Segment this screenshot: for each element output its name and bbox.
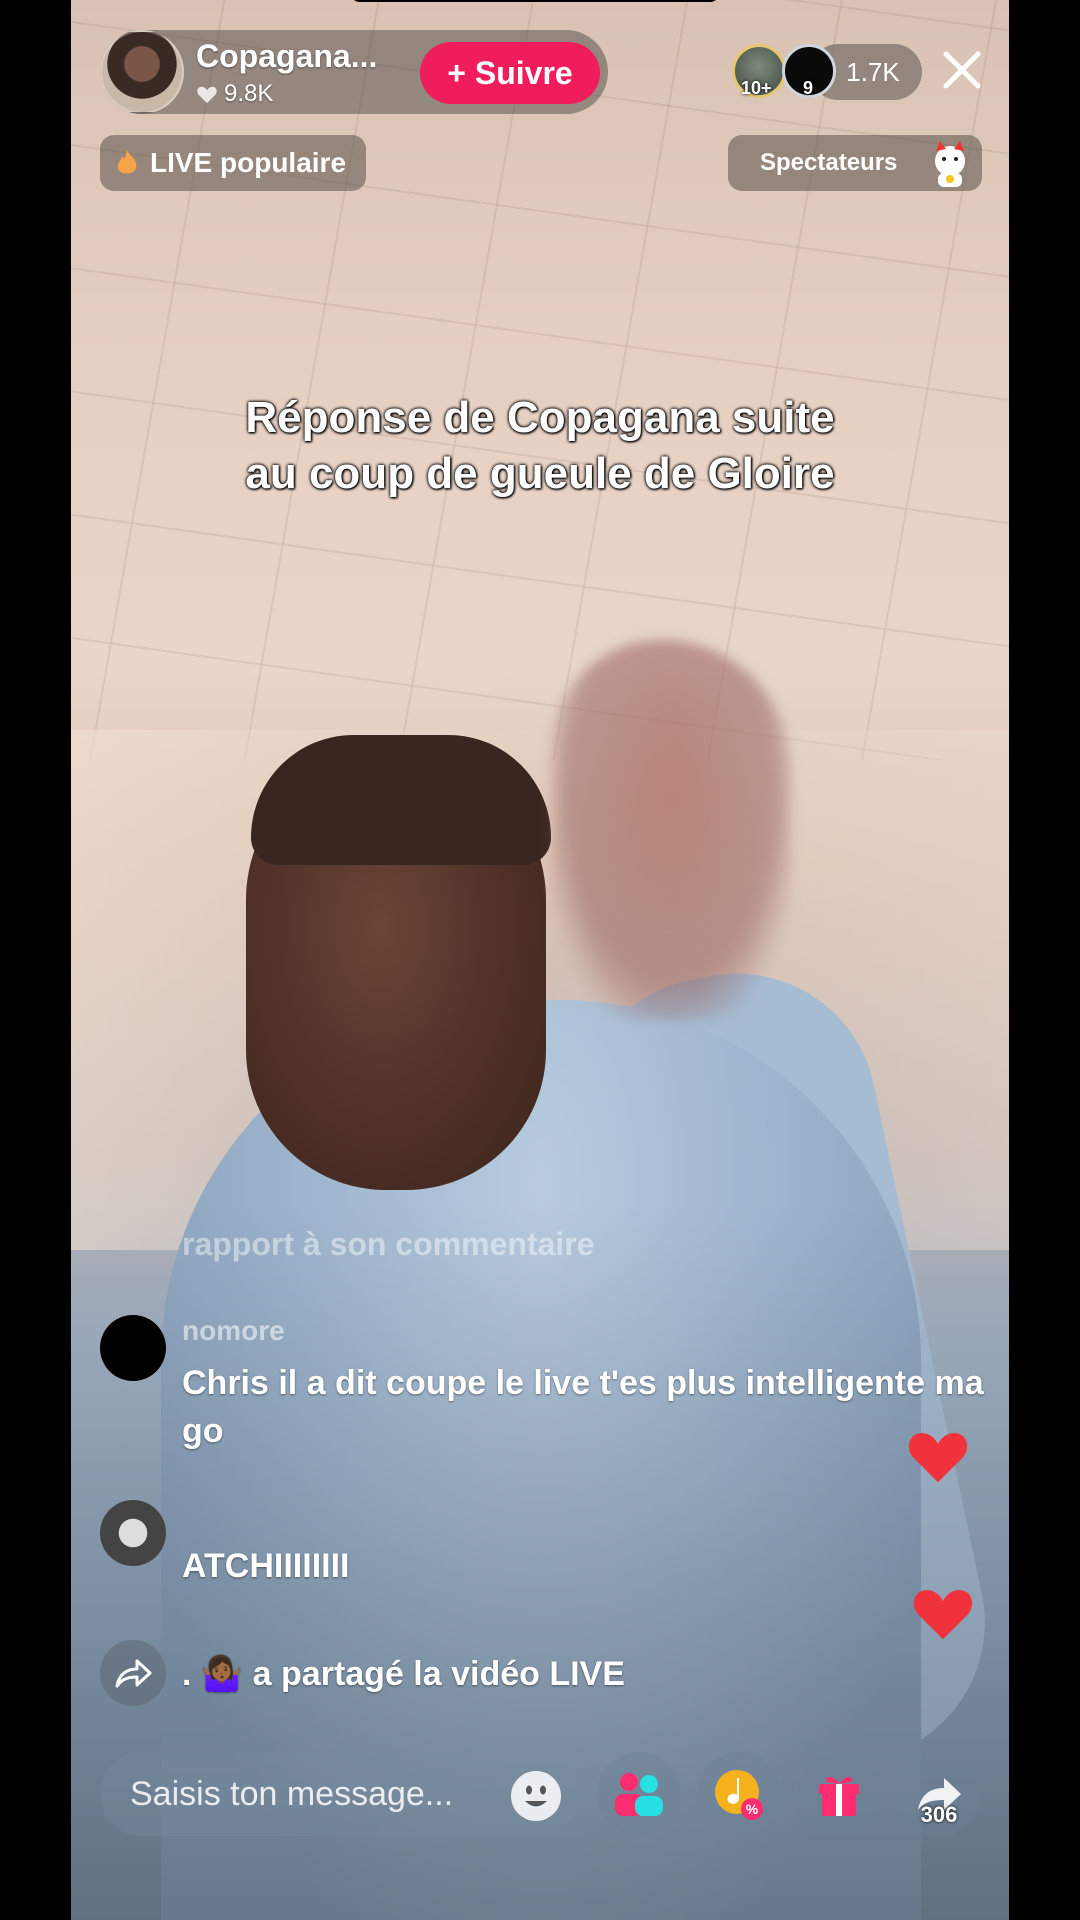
share-event-text: . 🤷🏾‍♀️ a partagé la vidéo LIVE xyxy=(182,1655,625,1693)
faded-comment: rapport à son commentaire xyxy=(182,1226,595,1262)
chat-username[interactable]: nomore xyxy=(182,1315,285,1347)
host-name[interactable]: Copagana... xyxy=(196,38,416,75)
caption-line-2: au coup de gueule de Gloire xyxy=(245,449,835,498)
guests-button[interactable] xyxy=(597,1752,681,1836)
heart-icon xyxy=(197,86,217,104)
share-event-icon-wrap xyxy=(100,1640,166,1706)
emoji-icon[interactable] xyxy=(510,1770,562,1822)
chat-avatar[interactable] xyxy=(100,1315,166,1381)
top-viewer-avatar-1[interactable]: 10+ xyxy=(732,44,786,98)
gift-button[interactable] xyxy=(797,1752,881,1836)
streamer-hand xyxy=(551,640,791,1020)
viewer-rank-badge-2: 9 xyxy=(803,78,814,98)
follow-button[interactable]: + Suivre xyxy=(420,42,600,104)
ceiling-background xyxy=(71,0,1009,760)
host-likes: 9.8K xyxy=(196,80,273,108)
promo-button[interactable]: % xyxy=(697,1752,781,1836)
gift-icon xyxy=(819,1777,859,1816)
spectators-button[interactable]: Spectateurs xyxy=(728,135,982,191)
share-button[interactable]: 306 xyxy=(897,1752,981,1836)
viewer-rank-badge-1: 10+ xyxy=(741,78,772,98)
popular-live-badge[interactable]: LIVE populaire xyxy=(100,135,366,191)
top-viewer-avatar-2[interactable]: 9 xyxy=(782,44,836,98)
flame-icon xyxy=(117,150,137,174)
share-count: 306 xyxy=(920,1802,958,1827)
host-likes-count: 9.8K xyxy=(224,80,274,107)
top-viewers[interactable]: 10+ 9 xyxy=(732,44,922,100)
guests-icon xyxy=(615,1773,663,1816)
message-input[interactable] xyxy=(100,1752,580,1836)
caption-line-1: Réponse de Copagana suite xyxy=(245,393,835,442)
host-avatar[interactable] xyxy=(100,30,184,114)
video-caption: Réponse de Copagana suite au coup de gue… xyxy=(160,390,920,502)
chat-avatar[interactable] xyxy=(100,1500,166,1566)
live-video[interactable] xyxy=(71,0,1009,1920)
spectators-label: Spectateurs xyxy=(760,149,898,176)
close-icon[interactable] xyxy=(938,46,986,94)
chat-text: Chris il a dit coupe le live t'es plus i… xyxy=(182,1364,984,1450)
heart-icon xyxy=(913,1590,973,1640)
svg-text:%: % xyxy=(746,1801,759,1817)
live-screen: Copagana... 9.8K + Suivre 1.7K 10+ 9 LIV… xyxy=(0,0,1080,1920)
lucky-cat-icon xyxy=(935,141,965,187)
popular-live-label: LIVE populaire xyxy=(150,147,347,178)
camera-notch xyxy=(350,0,720,2)
streamer-hair xyxy=(251,735,551,865)
share-icon xyxy=(115,1659,152,1688)
promo-icon: % xyxy=(715,1770,763,1820)
heart-icon xyxy=(908,1433,968,1483)
